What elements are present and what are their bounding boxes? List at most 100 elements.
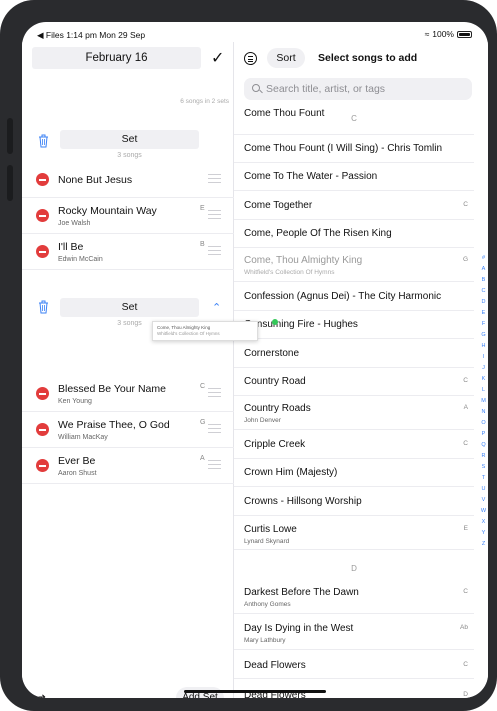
song-key: A <box>200 455 205 462</box>
song-artist: Mary Lathbury <box>244 637 286 644</box>
status-bar: ◀ Files 1:14 pm Mon 29 Sep ≈ 100% <box>22 22 488 42</box>
index-letter[interactable]: C <box>479 286 488 297</box>
date-field[interactable]: February 16 <box>32 47 201 69</box>
shuffle-icon[interactable]: ⇄ <box>35 691 46 698</box>
song-key: C <box>463 201 468 208</box>
dragged-song-preview[interactable]: Come, Thou Almighty King Whitfield's Coll… <box>152 321 258 341</box>
sort-button[interactable]: Sort <box>267 48 305 68</box>
index-letter[interactable]: L <box>479 385 488 396</box>
song-row[interactable]: Come Thou Fount <box>234 106 474 135</box>
song-row[interactable]: Country Roads John Denver A <box>234 396 474 430</box>
song-title: Day Is Dying in the West <box>244 623 354 634</box>
song-row[interactable]: Consuming Fire - Hughes <box>234 311 474 339</box>
song-key: G <box>200 419 206 426</box>
remove-icon[interactable] <box>36 387 49 400</box>
song-title: Ever Be <box>58 455 96 467</box>
song-title: Country Road <box>244 376 306 387</box>
index-letter[interactable]: R <box>479 451 488 462</box>
song-key: G <box>462 256 468 263</box>
status-right: ≈ 100% <box>425 29 472 39</box>
index-letter[interactable]: S <box>479 462 488 473</box>
search-input[interactable]: Search title, artist, or tags <box>244 78 472 100</box>
song-row[interactable]: Confession (Agnus Dei) - The City Harmon… <box>234 282 474 311</box>
drag-handle-icon[interactable] <box>208 246 221 255</box>
index-letter[interactable]: E <box>479 308 488 319</box>
song-row[interactable]: Dead Flowers C <box>234 650 474 679</box>
index-letter[interactable]: W <box>479 506 488 517</box>
drop-indicator-icon <box>272 319 278 325</box>
remove-icon[interactable] <box>36 209 49 222</box>
index-letter[interactable]: H <box>479 341 488 352</box>
battery-icon <box>457 30 472 38</box>
set-song-row[interactable]: I'll Be Edwin McCain B <box>22 234 234 270</box>
song-title: Dead Flowers <box>244 660 306 671</box>
song-row[interactable]: Curtis Lowe Lynard Skynard E <box>234 516 474 550</box>
song-row[interactable]: Crown Him (Majesty) <box>234 459 474 487</box>
index-letter[interactable]: P <box>479 429 488 440</box>
index-letter[interactable]: J <box>479 363 488 374</box>
song-row[interactable]: Dead Flowers D <box>234 679 474 698</box>
song-title: Country Roads <box>244 403 311 414</box>
trash-icon[interactable] <box>38 300 49 314</box>
screen: ◀ Files 1:14 pm Mon 29 Sep ≈ 100% Februa… <box>22 22 488 698</box>
song-title: Darkest Before The Dawn <box>244 587 359 598</box>
index-letter[interactable]: B <box>479 275 488 286</box>
index-letter[interactable]: V <box>479 495 488 506</box>
section-header-d: D <box>351 564 357 573</box>
song-artist: Lynard Skynard <box>244 538 290 545</box>
song-row[interactable]: Come, Thou Almighty King Whitfield's Coll… <box>234 248 474 282</box>
trash-icon[interactable] <box>38 134 49 148</box>
song-row[interactable]: Day Is Dying in the West Mary Lathbury Ab <box>234 614 474 650</box>
index-letter[interactable]: F <box>479 319 488 330</box>
menu-icon[interactable] <box>244 52 257 65</box>
song-key: C <box>463 661 468 668</box>
index-letter[interactable]: G <box>479 330 488 341</box>
index-letter[interactable]: Q <box>479 440 488 451</box>
song-row[interactable]: Come To The Water - Passion <box>234 163 474 191</box>
song-row[interactable]: Crowns - Hillsong Worship <box>234 487 474 516</box>
index-letter[interactable]: X <box>479 517 488 528</box>
set-song-row[interactable]: Blessed Be Your Name Ken Young C <box>22 376 234 412</box>
song-artist: John Denver <box>244 417 281 424</box>
drag-handle-icon[interactable] <box>208 424 221 433</box>
set-song-row[interactable]: We Praise Thee, O God William MacKay G <box>22 412 234 448</box>
index-letter[interactable]: M <box>479 396 488 407</box>
index-letter[interactable]: T <box>479 473 488 484</box>
song-row[interactable]: Cripple Creek C <box>234 430 474 459</box>
remove-icon[interactable] <box>36 245 49 258</box>
song-row[interactable]: Come, People Of The Risen King <box>234 220 474 248</box>
alphabet-index[interactable]: # A B C D E F G H I J K L M N O P Q R S T U V W X Y Z <box>479 253 488 550</box>
song-row[interactable]: Come Thou Fount (I Will Sing) - Chris To… <box>234 135 474 163</box>
song-title: Come Together <box>244 200 313 211</box>
index-letter[interactable]: Z <box>479 539 488 550</box>
index-letter[interactable]: O <box>479 418 488 429</box>
set-song-row[interactable]: Ever Be Aaron Shust A <box>22 448 234 484</box>
set-count: 6 songs in 2 sets <box>180 98 229 105</box>
set-song-row[interactable]: None But Jesus <box>22 162 234 198</box>
index-letter[interactable]: K <box>479 374 488 385</box>
index-letter[interactable]: # <box>479 253 488 264</box>
drag-handle-icon[interactable] <box>208 388 221 397</box>
checkmark-icon[interactable]: ✓ <box>211 48 224 68</box>
set-header-2[interactable]: Set <box>60 298 199 317</box>
index-letter[interactable]: N <box>479 407 488 418</box>
index-letter[interactable]: Y <box>479 528 488 539</box>
drag-handle-icon[interactable] <box>208 174 221 183</box>
index-letter[interactable]: A <box>479 264 488 275</box>
remove-icon[interactable] <box>36 173 49 186</box>
remove-icon[interactable] <box>36 423 49 436</box>
song-row[interactable]: Come Together C <box>234 191 474 220</box>
index-letter[interactable]: D <box>479 297 488 308</box>
song-row[interactable]: Country Road C <box>234 368 474 396</box>
index-letter[interactable]: I <box>479 352 488 363</box>
song-row[interactable]: Cornerstone <box>234 339 474 368</box>
song-row[interactable]: Darkest Before The Dawn Anthony Gomes C <box>234 580 474 614</box>
chevron-up-icon[interactable]: ⌃ <box>212 301 221 314</box>
drag-handle-icon[interactable] <box>208 460 221 469</box>
set-header-1[interactable]: Set <box>60 130 199 149</box>
index-letter[interactable]: U <box>479 484 488 495</box>
song-artist: Edwin McCain <box>58 256 103 263</box>
set-song-row[interactable]: Rocky Mountain Way Joe Walsh E <box>22 198 234 234</box>
remove-icon[interactable] <box>36 459 49 472</box>
drag-handle-icon[interactable] <box>208 210 221 219</box>
